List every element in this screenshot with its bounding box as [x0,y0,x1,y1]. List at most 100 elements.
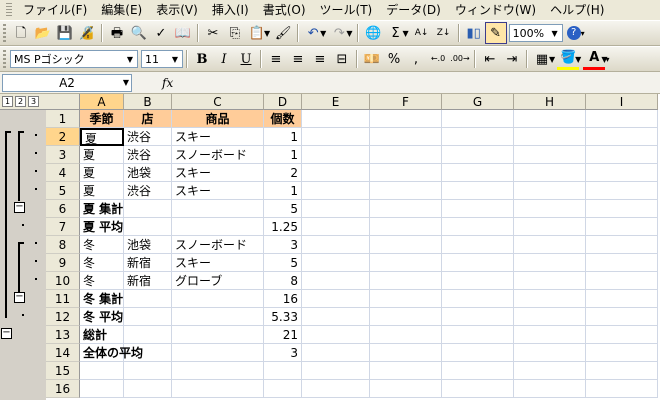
cell-d10[interactable]: 8 [264,272,302,290]
cell-f9[interactable] [370,254,442,272]
cell-b12[interactable] [124,308,172,326]
cell-e1[interactable] [302,110,370,128]
cell-a3[interactable]: 夏 [80,146,124,164]
cell-h13[interactable] [514,326,586,344]
row-header-2[interactable]: 2 [46,128,80,146]
cell-e15[interactable] [302,362,370,380]
cell-d12[interactable]: 5.33 [264,308,302,326]
cell-c13[interactable] [172,326,264,344]
cell-b1[interactable]: 店 [124,110,172,128]
cell-c9[interactable]: スキー [172,254,264,272]
cell-b4[interactable]: 池袋 [124,164,172,182]
sort-descending-icon[interactable]: Z↓ [433,22,455,44]
cell-e9[interactable] [302,254,370,272]
cell-h15[interactable] [514,362,586,380]
collapse-winter-button[interactable]: − [14,292,25,303]
italic-button[interactable]: I [213,48,235,70]
cell-g12[interactable] [442,308,514,326]
toolbar-options-icon[interactable]: ▾ [581,29,585,38]
paste-dropdown-icon[interactable]: ▼ [264,29,270,38]
undo-dropdown-icon[interactable]: ▼ [320,29,326,38]
column-header-a[interactable]: A [80,94,124,110]
cell-d16[interactable] [264,380,302,398]
row-header-1[interactable]: 1 [46,110,80,128]
cell-i16[interactable] [586,380,658,398]
row-header-14[interactable]: 14 [46,344,80,362]
cell-e16[interactable] [302,380,370,398]
currency-icon[interactable]: 💴 [361,48,383,70]
column-header-f[interactable]: F [370,94,442,110]
cell-f16[interactable] [370,380,442,398]
cell-g5[interactable] [442,182,514,200]
research-icon[interactable]: 📖 [172,22,194,44]
align-left-icon[interactable]: ≡ [265,48,287,70]
row-header-11[interactable]: 11 [46,290,80,308]
column-header-e[interactable]: E [302,94,370,110]
cell-h5[interactable] [514,182,586,200]
cell-b16[interactable] [124,380,172,398]
column-header-b[interactable]: B [124,94,172,110]
name-box-dropdown-icon[interactable]: ▼ [123,78,129,87]
menu-format[interactable]: 書式(O) [256,0,313,20]
cell-h10[interactable] [514,272,586,290]
row-header-13[interactable]: 13 [46,326,80,344]
cell-c6[interactable] [172,200,264,218]
cell-i2[interactable] [586,128,658,146]
cell-c16[interactable] [172,380,264,398]
hyperlink-icon[interactable]: 🌐 [362,22,384,44]
collapse-summer-button[interactable]: − [14,202,25,213]
cell-d9[interactable]: 5 [264,254,302,272]
cell-c7[interactable] [172,218,264,236]
name-box[interactable]: A2 ▼ [2,73,132,92]
cell-h1[interactable] [514,110,586,128]
drawing-icon[interactable]: ✎ [484,22,507,44]
decrease-decimal-icon[interactable]: .00→ [449,48,471,70]
menu-help[interactable]: ヘルプ(H) [543,0,611,20]
cell-f14[interactable] [370,344,442,362]
cell-d2[interactable]: 1 [264,128,302,146]
cell-b14[interactable] [124,344,172,362]
insert-function-icon[interactable]: fx [162,76,173,90]
cell-f1[interactable] [370,110,442,128]
cell-e11[interactable] [302,290,370,308]
cell-i1[interactable] [586,110,658,128]
cell-b5[interactable]: 渋谷 [124,182,172,200]
row-header-10[interactable]: 10 [46,272,80,290]
row-header-8[interactable]: 8 [46,236,80,254]
cell-e12[interactable] [302,308,370,326]
cell-g7[interactable] [442,218,514,236]
outline-level-1-button[interactable]: 1 [2,96,13,107]
outline-level-2-button[interactable]: 2 [15,96,26,107]
cell-i8[interactable] [586,236,658,254]
menu-tools[interactable]: ツール(T) [313,0,380,20]
row-header-6[interactable]: 6 [46,200,80,218]
font-size-combo[interactable]: 11 ▼ [141,50,183,68]
column-header-i[interactable]: I [586,94,658,110]
cell-e2[interactable] [302,128,370,146]
cell-g2[interactable] [442,128,514,146]
font-name-dropdown-icon[interactable]: ▼ [123,51,137,67]
cell-a9[interactable]: 冬 [80,254,124,272]
cell-g11[interactable] [442,290,514,308]
cell-a6[interactable]: 夏 集計 [80,200,124,218]
column-header-c[interactable]: C [172,94,264,110]
cell-h4[interactable] [514,164,586,182]
cell-i9[interactable] [586,254,658,272]
cell-a1[interactable]: 季節 [80,110,124,128]
toolbar-grip[interactable] [3,50,6,68]
cell-h8[interactable] [514,236,586,254]
cell-f15[interactable] [370,362,442,380]
cell-b15[interactable] [124,362,172,380]
decrease-indent-icon[interactable]: ⇤ [479,48,501,70]
cell-g14[interactable] [442,344,514,362]
cell-f13[interactable] [370,326,442,344]
cell-e4[interactable] [302,164,370,182]
cell-e10[interactable] [302,272,370,290]
cell-a13[interactable]: 総計 [80,326,124,344]
cell-i3[interactable] [586,146,658,164]
cell-d5[interactable]: 1 [264,182,302,200]
cell-h6[interactable] [514,200,586,218]
outline-level-3-button[interactable]: 3 [28,96,39,107]
cell-f5[interactable] [370,182,442,200]
menu-insert[interactable]: 挿入(I) [205,0,256,20]
